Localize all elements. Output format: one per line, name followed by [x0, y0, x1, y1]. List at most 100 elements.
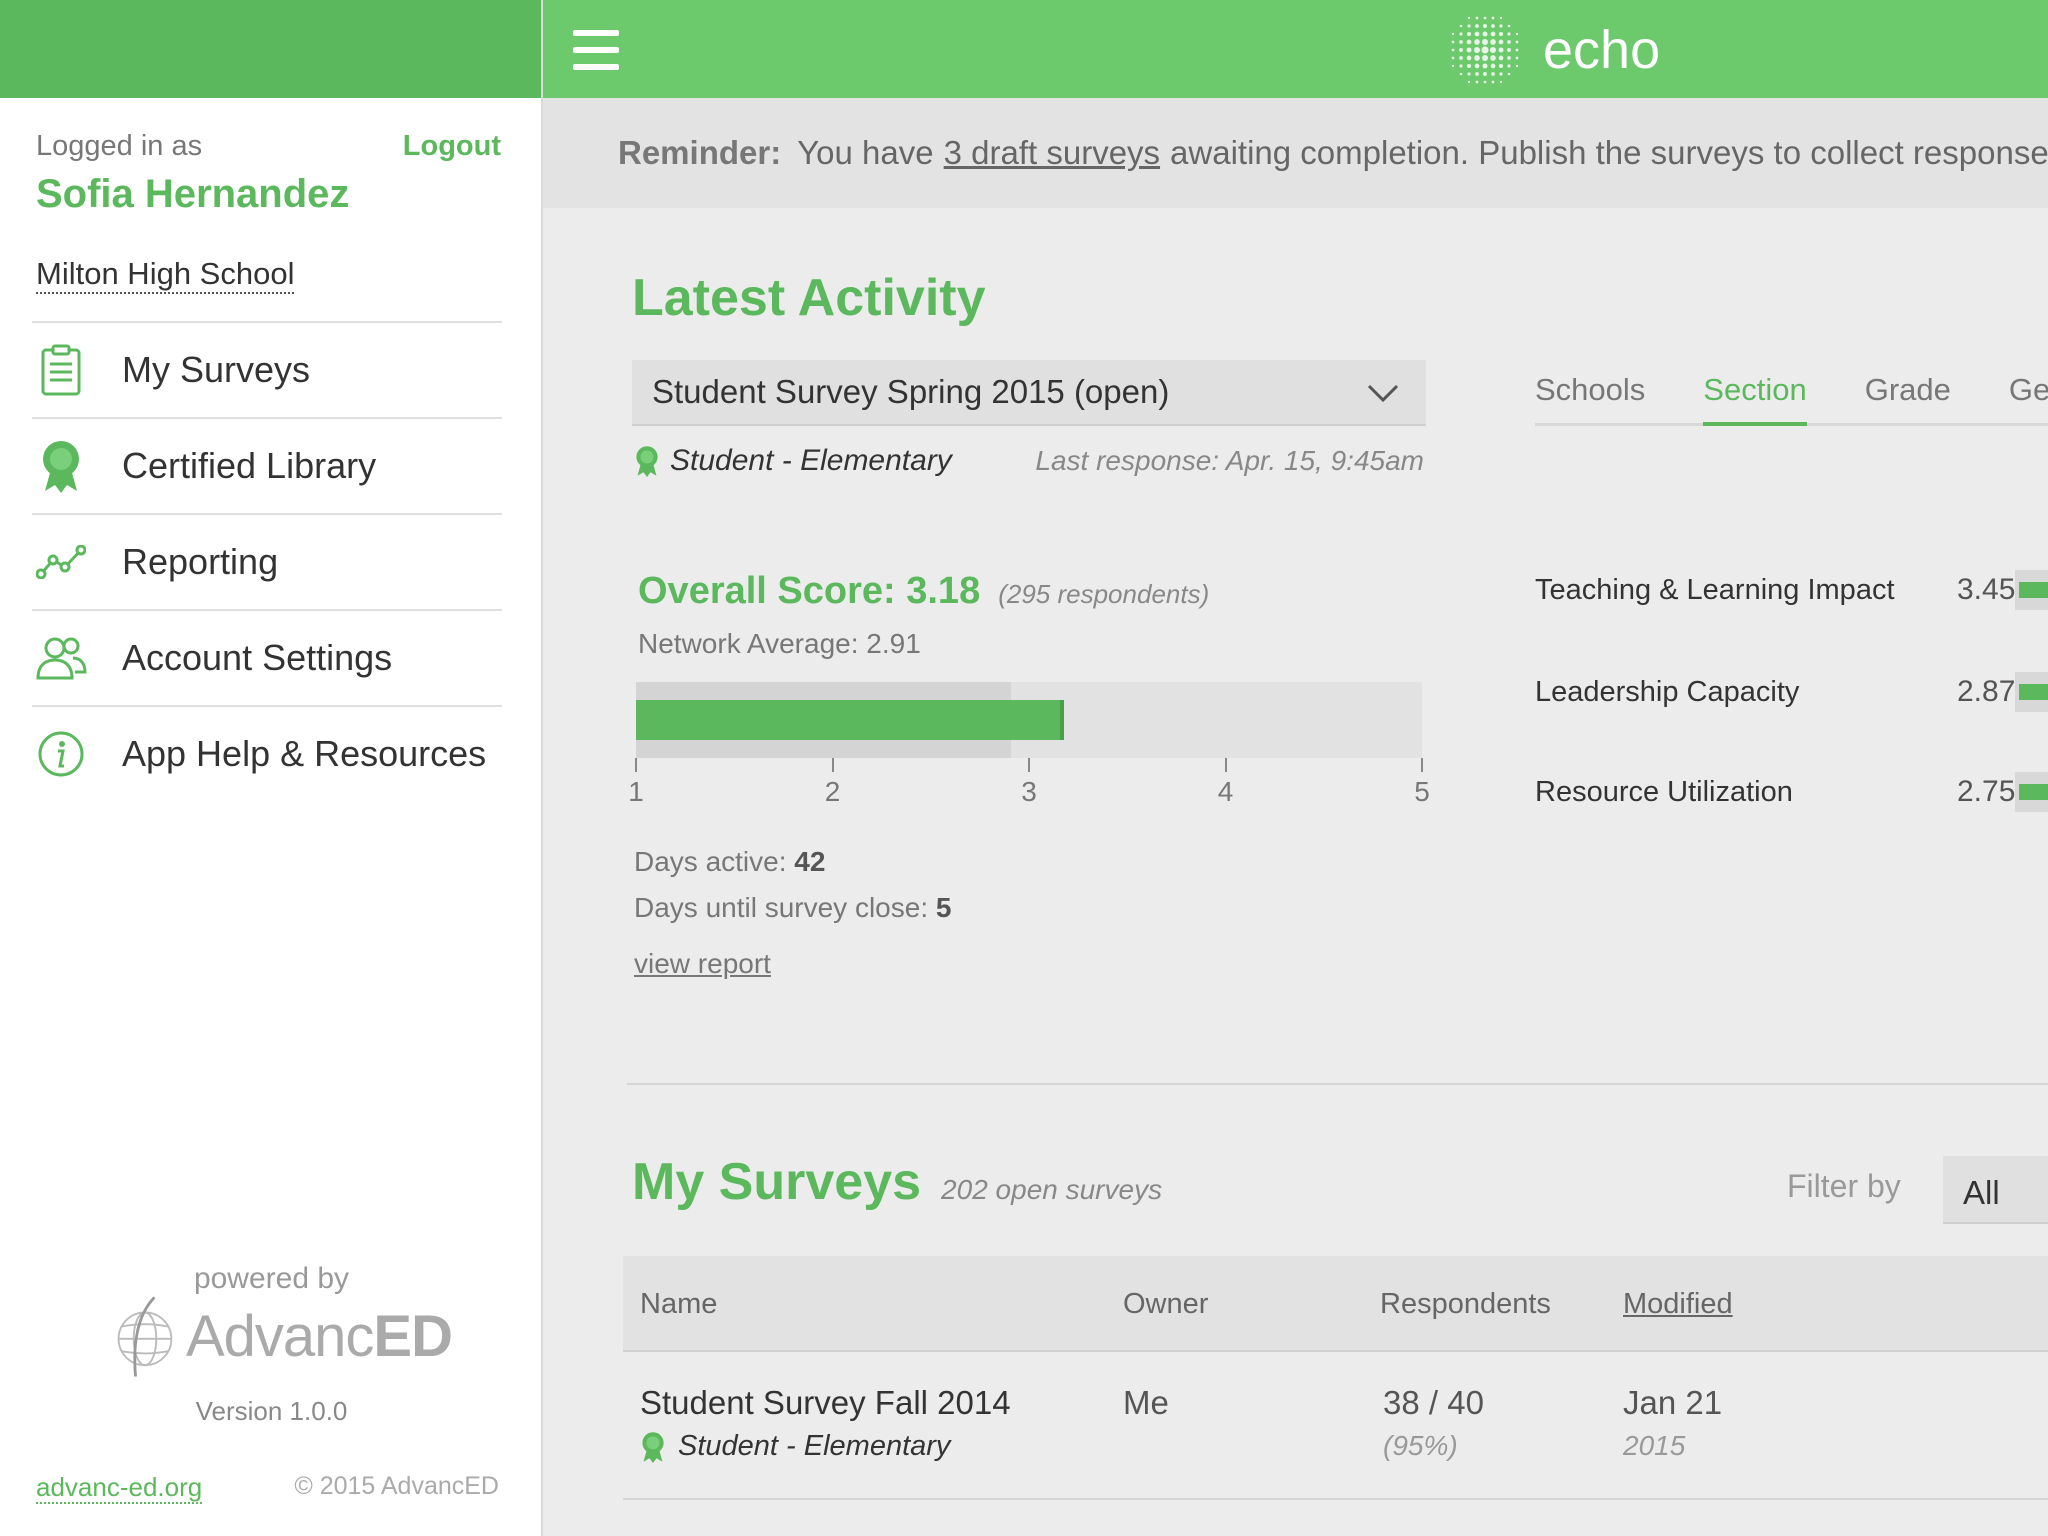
sidebar-item-certified-library[interactable]: Certified Library	[32, 417, 502, 513]
tab-schools[interactable]: Schools	[1535, 366, 1645, 423]
logout-link[interactable]: Logout	[403, 130, 501, 163]
logo-dot	[1515, 56, 1519, 60]
globe-icon	[117, 1296, 173, 1377]
advanced-logo: AdvancED	[112, 1286, 453, 1386]
logo-dot	[1467, 72, 1471, 76]
column-header-owner[interactable]: Owner	[1123, 1288, 1208, 1321]
logo-dot	[1481, 46, 1489, 54]
logo-dot	[1467, 80, 1471, 84]
logo-dot	[1498, 31, 1504, 37]
clipboard-icon	[32, 341, 90, 399]
logo-dot	[1474, 39, 1480, 45]
users-icon	[32, 629, 90, 687]
logo-dot	[1451, 56, 1455, 60]
survey-select[interactable]: Student Survey Spring 2015 (open)	[632, 360, 1426, 426]
logo-dot	[1491, 24, 1495, 28]
logo-dot	[1475, 16, 1479, 20]
overall-score-label: Overall Score: 3.18	[638, 570, 981, 612]
logo-dot	[1475, 72, 1479, 76]
scale-tick	[635, 758, 637, 772]
chevron-down-icon	[1367, 384, 1399, 403]
logo-dot	[1475, 80, 1479, 84]
logo-dot	[1498, 63, 1504, 69]
logo-dot	[1459, 72, 1463, 76]
column-header-name[interactable]: Name	[640, 1288, 717, 1321]
sidebar-item-reporting[interactable]: Reporting	[32, 513, 502, 609]
logo-dot	[1507, 56, 1511, 60]
logo-dot	[1491, 16, 1495, 20]
logo-dot	[1498, 39, 1504, 45]
column-header-respondents[interactable]: Respondents	[1380, 1288, 1551, 1321]
tab-grade[interactable]: Grade	[1865, 366, 1951, 423]
my-surveys-header: My Surveys 202 open surveys	[632, 1152, 1162, 1212]
logo-dot	[1507, 32, 1511, 36]
award-ribbon-icon	[642, 1431, 664, 1463]
surveys-table-header: Name Owner Respondents Modified	[623, 1256, 2048, 1352]
metric-row: Teaching & Learning Impact 3.45	[1535, 570, 2048, 610]
hamburger-menu-icon[interactable]	[573, 30, 619, 70]
reminder-text-before: You have	[797, 134, 934, 171]
logo-dot	[1459, 56, 1463, 60]
site-link[interactable]: advanc-ed.org	[36, 1472, 203, 1504]
logo-dot	[1515, 48, 1519, 52]
logo-dot	[1483, 72, 1487, 76]
days-until-close: Days until survey close: 5	[634, 892, 952, 923]
logo-dot	[1507, 24, 1511, 28]
school-link[interactable]: Milton High School	[36, 256, 295, 294]
filter-select[interactable]: All	[1943, 1156, 2048, 1224]
logo-dot	[1459, 32, 1463, 36]
echo-brand: echo	[1449, 14, 1660, 86]
sidebar-item-app-help[interactable]: App Help & Resources	[32, 705, 502, 801]
sidebar-item-label: App Help & Resources	[122, 733, 487, 774]
reminder-label: Reminder:	[618, 134, 782, 171]
scale-tick	[1224, 758, 1227, 772]
survey-respondents-percent: (95%)	[1383, 1430, 1458, 1461]
tab-section[interactable]: Section	[1703, 366, 1807, 426]
draft-surveys-link[interactable]: 3 draft surveys	[944, 134, 1160, 172]
metric-value: 3.45	[1957, 573, 2016, 606]
section-divider	[627, 1083, 2048, 1085]
metric-bar	[2015, 672, 2048, 712]
metric-value: 2.75	[1957, 775, 2016, 808]
last-response: Last response: Apr. 15, 9:45am	[1035, 445, 1424, 476]
logo-dot	[1490, 31, 1496, 37]
view-report-link[interactable]: view report	[634, 948, 771, 980]
award-ribbon-icon	[636, 446, 658, 477]
version-label: Version 1.0.0	[195, 1396, 348, 1426]
metric-name: Leadership Capacity	[1535, 675, 1800, 708]
logo-dot	[1466, 55, 1472, 61]
column-header-modified[interactable]: Modified	[1623, 1288, 1733, 1321]
user-name: Sofia Hernandez	[36, 172, 350, 216]
app-header: echo	[543, 0, 2048, 98]
logo-dot	[1490, 39, 1496, 45]
logo-dot	[1473, 46, 1481, 54]
logo-dot	[1499, 72, 1503, 76]
sidebar-item-my-surveys[interactable]: My Surveys	[32, 321, 502, 417]
logo-dot	[1507, 48, 1511, 52]
logo-dot	[1459, 48, 1463, 52]
survey-modified: Jan 21	[1623, 1384, 1723, 1421]
table-row[interactable]: Student Survey Fall 2014 Student - Eleme…	[623, 1352, 2048, 1500]
logo-dot	[1507, 72, 1511, 76]
sidebar-item-account-settings[interactable]: Account Settings	[32, 609, 502, 705]
logo-dot	[1483, 80, 1487, 84]
logo-dot	[1491, 72, 1495, 76]
line-chart-icon	[32, 533, 90, 591]
latest-activity-title: Latest Activity	[632, 269, 986, 327]
respondent-count: (295 respondents)	[998, 579, 1210, 609]
info-icon	[32, 725, 90, 783]
scale-tick-label: 2	[824, 776, 841, 807]
score-fill	[636, 700, 1065, 740]
logo-dot	[1481, 38, 1489, 46]
logo-dot	[1498, 55, 1504, 61]
logo-dot	[1459, 64, 1463, 68]
tab-gender[interactable]: Gender	[2009, 366, 2048, 423]
logo-dot	[1466, 31, 1472, 37]
logo-dot	[1466, 39, 1472, 45]
filter-label: Filter by	[1787, 1168, 1901, 1204]
logo-dot	[1489, 46, 1497, 54]
logo-dot	[1451, 40, 1455, 44]
sidebar-item-label: My Surveys	[122, 349, 311, 390]
survey-modified-year: 2015	[1623, 1430, 1686, 1461]
main-content: echo Reminder: You have 3 draft surveys …	[543, 0, 2048, 1536]
